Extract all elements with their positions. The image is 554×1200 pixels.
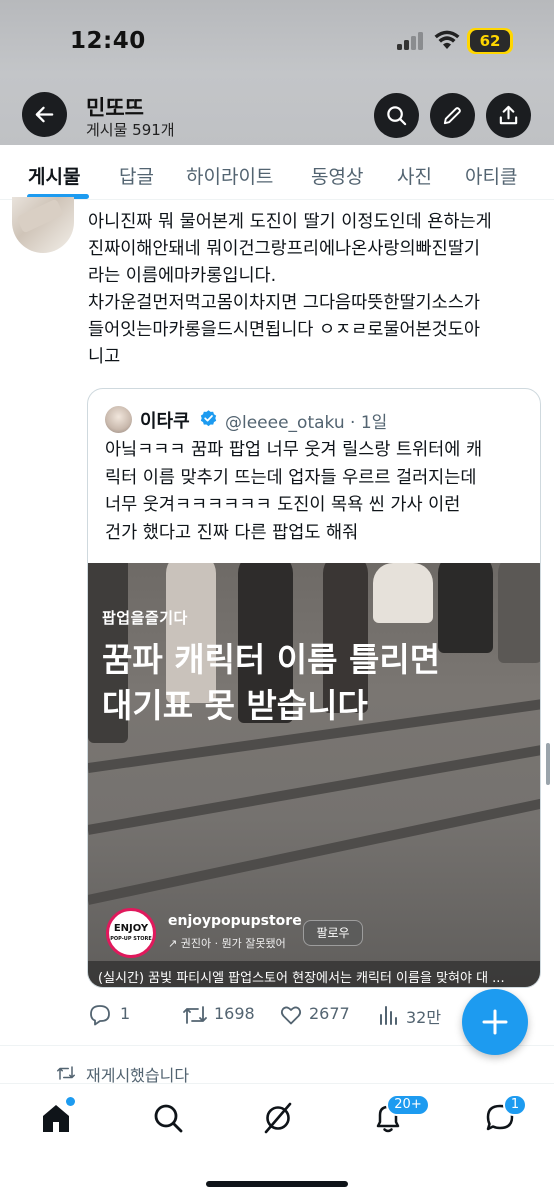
video-thumbnail[interactable]: 팝업을즐기다 꿈파 캐릭터 이름 틀리면 대기표 못 받습니다 ENJOY PO… xyxy=(88,563,540,987)
profile-name: 민또뜨 xyxy=(86,96,144,120)
back-button[interactable] xyxy=(22,92,67,137)
media-bottom-caption: (실시간) 꿈빛 파티시엘 팝업스토어 현장에서는 캐릭터 이름을 맞혀야 대 … xyxy=(88,961,540,987)
tab-videos[interactable]: 동영상 xyxy=(311,162,363,189)
profile-tabs: 게시물 답글 하이라이트 동영상 사진 아티클 xyxy=(0,145,554,200)
status-time: 12:40 xyxy=(70,28,146,54)
quoted-line: 건가 했다고 진짜 다른 팝업도 해줘 xyxy=(105,522,359,543)
quoted-post[interactable]: 이타쿠 @leeee_otaku · 1일 아닠ㅋㅋㅋ 꿈파 팝업 너무 웃겨 … xyxy=(87,388,541,988)
logo-subtext: POP-UP STORE xyxy=(110,936,152,942)
repost-count: 1698 xyxy=(214,1004,255,1023)
search-button[interactable] xyxy=(374,93,419,138)
media-caption-line: 꿈파 캐릭터 이름 틀리면 xyxy=(102,640,441,679)
compose-button[interactable] xyxy=(462,989,528,1055)
tab-highlights[interactable]: 하이라이트 xyxy=(186,162,273,189)
pencil-icon xyxy=(443,107,461,125)
tab-posts[interactable]: 게시물 xyxy=(28,162,80,189)
grok-icon xyxy=(264,1102,292,1134)
logo-text: ENJOY xyxy=(113,923,149,934)
post-line: 니고 xyxy=(88,347,121,367)
like-count: 2677 xyxy=(309,1004,350,1023)
search-icon xyxy=(387,106,407,126)
media-account-subtitle: ↗ 권진아 · 뭔가 잘못됐어 xyxy=(168,937,286,950)
nav-grok[interactable] xyxy=(261,1101,295,1135)
profile-header: 12:40 62 민또뜨 게시물 591개 xyxy=(0,0,554,145)
nav-home[interactable] xyxy=(39,1101,73,1135)
post-count: 게시물 591개 xyxy=(86,121,175,139)
post-body: 아니진짜 뭐 물어본게 도진이 딸기 이정도인데 욘하는게 진짜이해안돼네 뭐이… xyxy=(88,209,548,371)
post-line: 진짜이해안돼네 뭐이건그랑프리에나온사랑의빠진딸기 xyxy=(88,239,480,259)
notifications-badge: 20+ xyxy=(386,1094,430,1116)
media-caption-line: 대기표 못 받습니다 xyxy=(102,686,368,725)
quoted-handle: @leeee_otaku · 1일 xyxy=(225,413,388,433)
home-icon xyxy=(43,1105,69,1132)
floor-line xyxy=(88,782,540,905)
nav-search[interactable] xyxy=(151,1101,185,1135)
heart-icon xyxy=(280,1006,302,1025)
share-icon xyxy=(499,105,518,125)
reply-count: 1 xyxy=(120,1004,131,1023)
tab-photos[interactable]: 사진 xyxy=(397,162,432,189)
verified-badge-icon xyxy=(200,410,217,427)
home-unread-dot xyxy=(66,1097,75,1106)
view-count: 32만 xyxy=(406,1008,442,1027)
search-icon xyxy=(154,1104,183,1133)
signal-icon xyxy=(397,32,425,50)
battery-level: 62 xyxy=(470,30,510,52)
media-follow-button: 팔로우 xyxy=(303,920,363,946)
media-figure xyxy=(373,563,433,623)
enjoy-popup-logo: ENJOY POP-UP STORE xyxy=(106,908,156,958)
tab-replies[interactable]: 답글 xyxy=(119,162,154,189)
quoted-line: 너무 웃겨ㅋㅋㅋㅋㅋㅋ 도진이 목욕 씬 가사 이런 xyxy=(105,495,461,515)
status-bar: 12:40 62 xyxy=(0,0,554,80)
post-line: 아니진짜 뭐 물어본게 도진이 딸기 이정도인데 욘하는게 xyxy=(88,212,492,232)
media-figure xyxy=(438,563,493,653)
reply-button[interactable]: 1 xyxy=(88,1001,158,1029)
bar-chart-icon xyxy=(380,1006,397,1025)
quoted-line: 릭터 이름 맞추기 뜨는데 업자들 우르르 걸러지는데 xyxy=(105,467,477,488)
views-button[interactable]: 32만 xyxy=(376,1001,456,1029)
post-line: 차가운걸먼저먹고몸이차지면 그다음따뜻한딸기소스가 xyxy=(88,293,480,313)
quoted-text: 아닠ㅋㅋㅋ 꿈파 팝업 너무 웃겨 릴스랑 트위터에 캐 릭터 이름 맞추기 뜨… xyxy=(105,437,530,547)
home-indicator xyxy=(206,1181,348,1187)
media-figure xyxy=(498,563,540,663)
post-line: 라는 이름에마카롱입니다. xyxy=(88,266,277,286)
media-caption-large: 꿈파 캐릭터 이름 틀리면 대기표 못 받습니다 xyxy=(102,637,440,729)
avatar[interactable] xyxy=(12,197,74,253)
edit-button[interactable] xyxy=(430,93,475,138)
share-button[interactable] xyxy=(486,93,531,138)
repost-icon xyxy=(57,1066,75,1080)
quoted-author-name[interactable]: 이타쿠 xyxy=(140,407,190,433)
wifi-icon xyxy=(434,30,460,49)
media-account-name: enjoypopupstore xyxy=(168,913,302,929)
tab-articles[interactable]: 아티클 xyxy=(465,162,517,189)
reply-icon xyxy=(90,1005,110,1026)
repost-button[interactable]: 1698 xyxy=(182,1001,262,1029)
arrow-left-icon xyxy=(35,106,54,123)
scrollbar-thumb[interactable] xyxy=(546,743,550,785)
repost-icon xyxy=(183,1006,207,1024)
post-line: 들어잇는마카롱을드시면됩니다 ㅇㅈㄹ로물어본것도아 xyxy=(88,320,480,340)
media-caption-small: 팝업을즐기다 xyxy=(102,609,188,627)
like-button[interactable]: 2677 xyxy=(279,1001,359,1029)
quoted-line: 아닠ㅋㅋㅋ 꿈파 팝업 너무 웃겨 릴스랑 트위터에 캐 xyxy=(105,440,483,460)
messages-badge: 1 xyxy=(503,1094,527,1116)
plus-icon xyxy=(482,1009,508,1035)
quoted-avatar[interactable] xyxy=(105,406,132,433)
